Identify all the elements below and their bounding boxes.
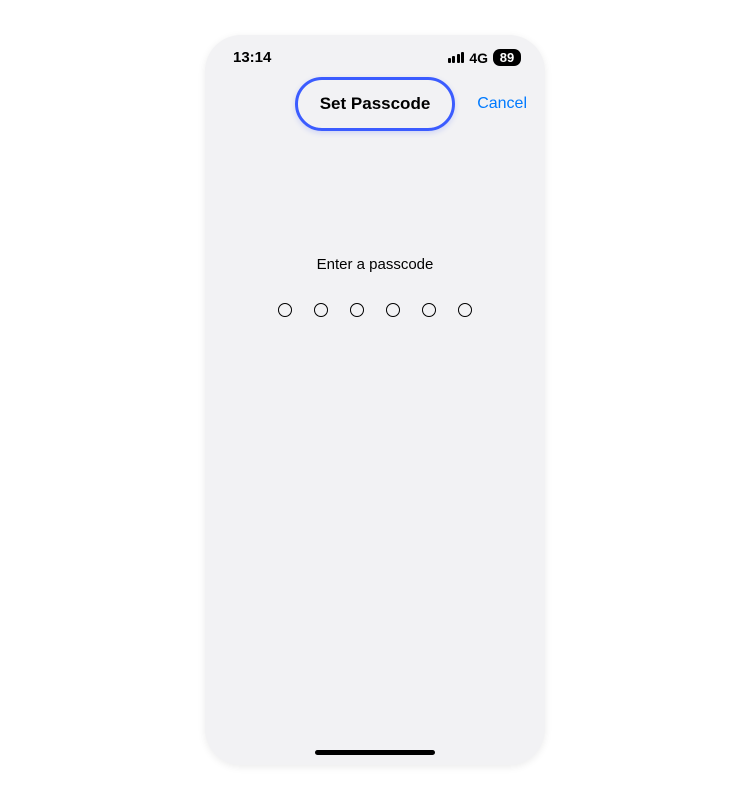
passcode-dot bbox=[422, 303, 436, 317]
passcode-prompt: Enter a passcode bbox=[317, 256, 434, 273]
passcode-dot bbox=[314, 303, 328, 317]
navigation-bar: Set Passcode Cancel bbox=[205, 72, 545, 136]
phone-screen: 13:14 4G 89 Set Passcode Cancel Enter a … bbox=[205, 35, 545, 765]
status-time: 13:14 bbox=[233, 49, 271, 66]
page-title: Set Passcode bbox=[320, 94, 431, 114]
home-indicator[interactable] bbox=[315, 750, 435, 755]
passcode-dot bbox=[386, 303, 400, 317]
cancel-button[interactable]: Cancel bbox=[477, 95, 527, 113]
content-area: Enter a passcode bbox=[205, 256, 545, 317]
status-bar: 13:14 4G 89 bbox=[205, 35, 545, 72]
passcode-input[interactable] bbox=[278, 303, 472, 317]
network-label: 4G bbox=[469, 50, 488, 66]
passcode-dot bbox=[350, 303, 364, 317]
title-highlight: Set Passcode bbox=[295, 77, 456, 131]
passcode-dot bbox=[278, 303, 292, 317]
status-right-group: 4G 89 bbox=[448, 49, 521, 66]
battery-icon: 89 bbox=[493, 49, 521, 66]
signal-icon bbox=[448, 52, 465, 63]
passcode-dot bbox=[458, 303, 472, 317]
